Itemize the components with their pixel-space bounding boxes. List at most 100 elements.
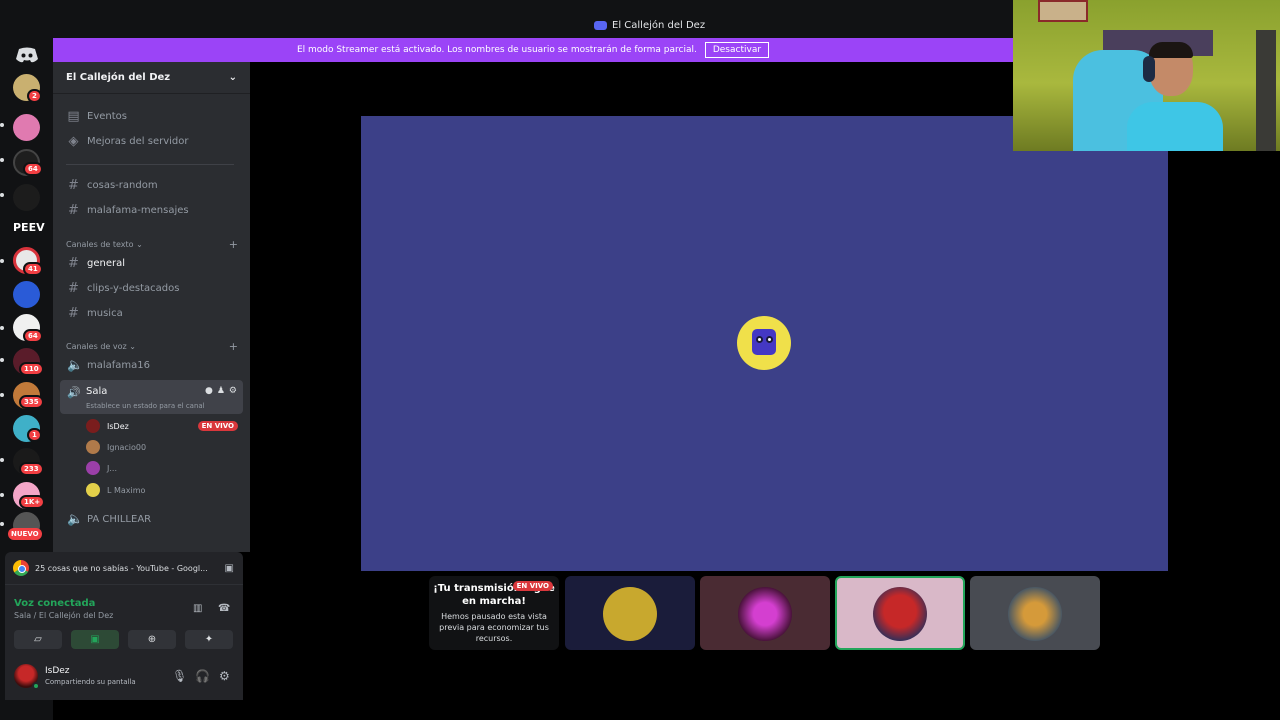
server-name: El Callejón del Dez <box>66 72 171 83</box>
activities-button[interactable]: ⊕ <box>128 630 176 649</box>
activity-bar[interactable]: 25 cosas que no sabías - YouTube - Googl… <box>5 552 243 584</box>
unread-dot <box>0 458 4 462</box>
channel-label: musica <box>87 307 123 319</box>
voice-user-name: L Maximo <box>107 485 146 495</box>
focused-user-avatar[interactable] <box>737 316 791 370</box>
sidebar-item-server-boosts[interactable]: ◈ Mejoras del servidor <box>60 130 243 152</box>
voice-stage <box>361 116 1168 571</box>
add-channel-icon[interactable]: + <box>229 238 238 251</box>
window-title-text: El Callejón del Dez <box>612 20 706 31</box>
server-icon-4[interactable] <box>13 184 40 211</box>
sidebar-item-label: Eventos <box>87 110 127 122</box>
participant-tile-selected[interactable] <box>835 576 965 650</box>
screen-share-button[interactable]: ▣ <box>71 630 119 649</box>
voice-channel-sala[interactable]: 🔊 Sala Establece un estado para el canal… <box>60 380 243 414</box>
divider <box>66 164 234 165</box>
channel-status[interactable]: Establece un estado para el canal <box>86 402 205 410</box>
stream-paused-text: Hemos pausado esta vista previa para eco… <box>439 612 549 643</box>
eye-icon <box>756 336 763 343</box>
channel-musica[interactable]: # musica <box>60 302 243 324</box>
streamer <box>1127 42 1223 151</box>
server-badge: 1K+ <box>19 495 46 509</box>
channel-malafama-mensajes[interactable]: # malafama-mensajes <box>60 199 243 221</box>
voice-user-isdez[interactable]: IsDez EN VIVO <box>86 417 238 435</box>
participant-tile[interactable] <box>970 576 1100 650</box>
stop-activity-icon[interactable]: ▣ <box>225 563 234 574</box>
category-voice-channels[interactable]: Canales de voz ⌄ + <box>66 340 238 353</box>
server-badge: 2 <box>27 89 42 103</box>
unread-dot <box>0 493 4 497</box>
avatar <box>873 587 927 641</box>
disable-streamer-mode-button[interactable]: Desactivar <box>704 42 770 58</box>
voice-user-name: Ignacio00 <box>107 442 147 452</box>
add-channel-icon[interactable]: + <box>229 340 238 353</box>
streamer-hair <box>1149 42 1193 58</box>
server-header[interactable]: El Callejón del Dez ⌄ <box>53 62 250 94</box>
disconnect-icon[interactable]: ☎ <box>218 603 230 614</box>
channel-clips-y-destacados[interactable]: # clips-y-destacados <box>60 277 243 299</box>
soundboard-button[interactable]: ✦ <box>185 630 233 649</box>
voice-user-l-maximo[interactable]: L Maximo <box>86 481 238 499</box>
server-badge: 41 <box>23 262 43 276</box>
voice-user-name: IsDez <box>107 421 129 431</box>
headphones-icon[interactable]: 🎧 <box>195 669 210 683</box>
unread-dot <box>0 193 4 197</box>
chrome-icon <box>13 560 29 576</box>
server-badge: 110 <box>19 362 44 376</box>
stream-paused-tile[interactable]: ¡Tu transmisión sigue en marcha! Hemos p… <box>429 576 559 650</box>
unread-dot <box>0 123 4 127</box>
voice-location[interactable]: Sala / El Callejón del Dez <box>14 611 113 620</box>
avatar <box>1008 587 1062 641</box>
floor-lamp <box>1256 30 1276 151</box>
channel-general[interactable]: # general <box>60 252 243 274</box>
boost-icon: ◈ <box>68 133 79 149</box>
voice-user-name: J... <box>107 463 117 473</box>
participant-tile[interactable] <box>565 576 695 650</box>
channel-label: malafama16 <box>87 359 151 371</box>
server-badge: 64 <box>23 162 43 176</box>
server-badge: 1 <box>27 428 42 442</box>
server-icon-2[interactable] <box>13 114 40 141</box>
unread-dot <box>0 326 4 330</box>
gear-icon[interactable]: ⚙ <box>219 669 230 683</box>
chat-icon[interactable]: ● <box>205 386 213 396</box>
sidebar-item-label: Mejoras del servidor <box>87 135 189 147</box>
voice-channel-pa-chillear[interactable]: 🔈 PA CHILLEAR <box>60 508 243 530</box>
gear-icon[interactable]: ⚙ <box>229 386 237 396</box>
unread-dot <box>0 158 4 162</box>
microphone-icon[interactable]: 🎙 <box>172 669 187 683</box>
channel-cosas-random[interactable]: # cosas-random <box>60 174 243 196</box>
unread-dot <box>0 259 4 263</box>
speaker-icon: 🔈 <box>67 357 84 373</box>
window-title: El Callejón del Dez <box>594 20 705 31</box>
voice-user-ignacio[interactable]: Ignacio00 <box>86 438 238 456</box>
category-text-channels[interactable]: Canales de texto ⌄ + <box>66 238 238 251</box>
avatar <box>86 461 100 475</box>
invite-icon[interactable]: ♟ <box>217 386 225 396</box>
hash-icon: # <box>68 280 79 296</box>
channel-label: malafama-mensajes <box>87 204 189 216</box>
voice-connected-status[interactable]: Voz conectada <box>14 598 95 609</box>
chevron-down-icon: ⌄ <box>228 72 237 83</box>
streamer-mode-text: El modo Streamer está activado. Los nomb… <box>296 45 697 55</box>
sidebar-item-events[interactable]: ▤ Eventos <box>60 105 243 127</box>
speaker-icon: 🔈 <box>67 511 84 527</box>
chevron-down-icon: ⌄ <box>129 342 136 351</box>
wall-frame <box>1038 0 1088 22</box>
server-icon <box>594 21 607 30</box>
voice-user-j[interactable]: J... <box>86 459 238 477</box>
noise-suppression-icon[interactable]: ▥ <box>193 603 202 614</box>
participant-tile[interactable] <box>700 576 830 650</box>
server-peev[interactable]: PEEV <box>13 221 45 234</box>
camera-off-button[interactable]: ▱ <box>14 630 62 649</box>
voice-channel-malafama16[interactable]: 🔈 malafama16 <box>60 354 243 376</box>
hash-icon: # <box>68 255 79 271</box>
voice-connection-panel: Voz conectada Sala / El Callejón del Dez… <box>5 584 243 654</box>
activity-text: 25 cosas que no sabías - YouTube - Googl… <box>35 563 208 573</box>
server-badge: 64 <box>23 329 43 343</box>
user-name: IsDez <box>45 666 70 676</box>
server-icon-6[interactable] <box>13 281 40 308</box>
headphones-icon <box>1143 56 1155 82</box>
eye-icon <box>766 336 773 343</box>
discord-logo-icon[interactable] <box>14 46 40 64</box>
